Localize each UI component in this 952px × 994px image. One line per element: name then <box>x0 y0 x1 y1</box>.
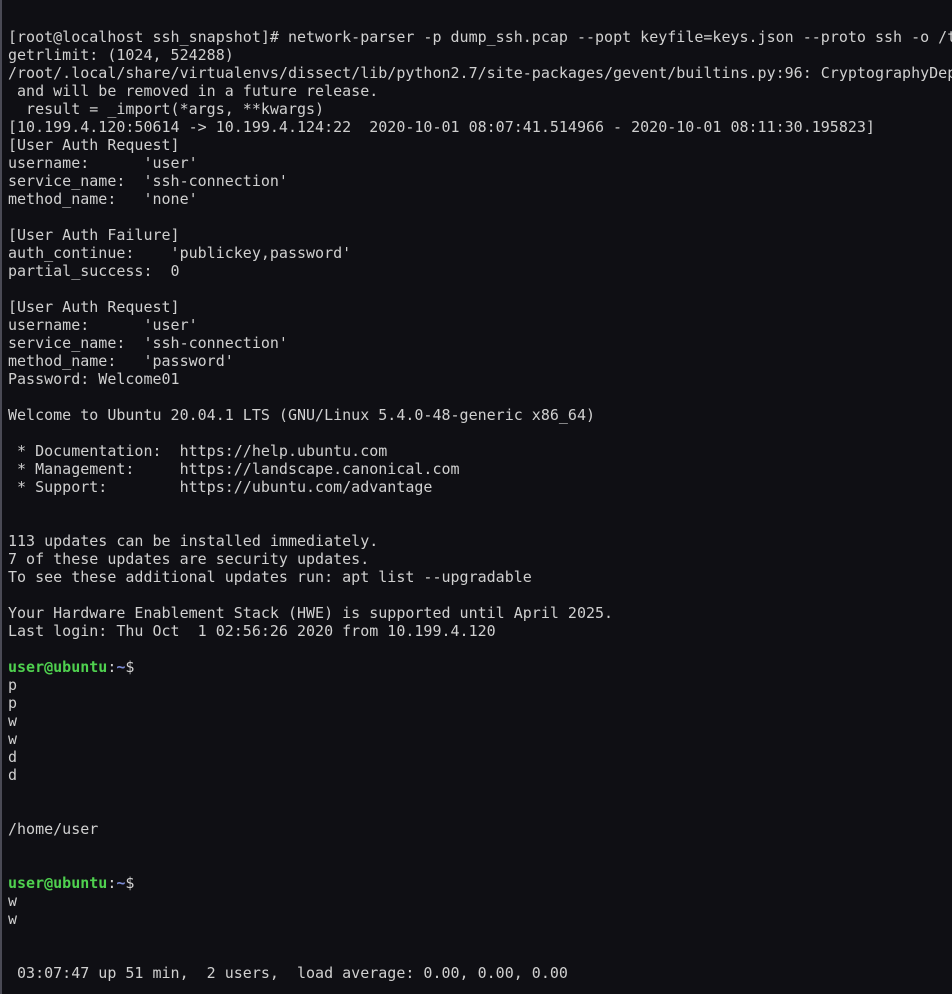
prompt-at: @ <box>44 658 53 676</box>
output-line: and will be removed in a future release. <box>8 82 378 100</box>
output-line: getrlimit: (1024, 524288) <box>8 46 234 64</box>
output-line: /home/user <box>8 820 98 838</box>
output-line: partial_success: 0 <box>8 262 180 280</box>
typed-key: w <box>8 892 17 910</box>
output-line: * Support: https://ubuntu.com/advantage <box>8 478 432 496</box>
typed-key: d <box>8 748 17 766</box>
root-prompt: [root@localhost ssh_snapshot]# <box>8 28 288 46</box>
output-line: service_name: 'ssh-connection' <box>8 334 288 352</box>
output-line: [10.199.4.120:50614 -> 10.199.4.124:22 2… <box>8 118 875 136</box>
command-text: network-parser -p dump_ssh.pcap --popt k… <box>288 28 952 46</box>
typed-key: p <box>8 694 17 712</box>
output-line: * Documentation: https://help.ubuntu.com <box>8 442 387 460</box>
output-line: /root/.local/share/virtualenvs/dissect/l… <box>8 64 952 82</box>
output-line: 113 updates can be installed immediately… <box>8 532 378 550</box>
output-line: To see these additional updates run: apt… <box>8 568 532 586</box>
typed-key: w <box>8 712 17 730</box>
output-line: [User Auth Request] <box>8 136 180 154</box>
output-line: service_name: 'ssh-connection' <box>8 172 288 190</box>
output-line: Your Hardware Enablement Stack (HWE) is … <box>8 604 613 622</box>
output-line: username: 'user' <box>8 316 198 334</box>
typed-key: d <box>8 766 17 784</box>
output-line: Password: Welcome01 <box>8 370 180 388</box>
output-line: [User Auth Request] <box>8 298 180 316</box>
output-line: method_name: 'password' <box>8 352 234 370</box>
prompt-at: @ <box>44 874 53 892</box>
terminal-pane[interactable]: [root@localhost ssh_snapshot]# network-p… <box>0 0 952 994</box>
output-line: Last login: Thu Oct 1 02:56:26 2020 from… <box>8 622 496 640</box>
output-line: username: 'user' <box>8 154 198 172</box>
prompt-dollar: $ <box>125 874 134 892</box>
output-line: 7 of these updates are security updates. <box>8 550 369 568</box>
output-line: Welcome to Ubuntu 20.04.1 LTS (GNU/Linux… <box>8 406 595 424</box>
prompt-user: user <box>8 658 44 676</box>
prompt-host: ubuntu <box>53 658 107 676</box>
output-line: result = _import(*args, **kwargs) <box>8 100 324 118</box>
typed-key: w <box>8 730 17 748</box>
output-line: 03:07:47 up 51 min, 2 users, load averag… <box>8 964 568 982</box>
output-line: [User Auth Failure] <box>8 226 180 244</box>
typed-key: w <box>8 910 17 928</box>
typed-key: p <box>8 676 17 694</box>
output-line: * Management: https://landscape.canonica… <box>8 460 460 478</box>
output-line: auth_continue: 'publickey,password' <box>8 244 351 262</box>
prompt-user: user <box>8 874 44 892</box>
prompt-dollar: $ <box>125 658 134 676</box>
prompt-host: ubuntu <box>53 874 107 892</box>
output-line: method_name: 'none' <box>8 190 198 208</box>
